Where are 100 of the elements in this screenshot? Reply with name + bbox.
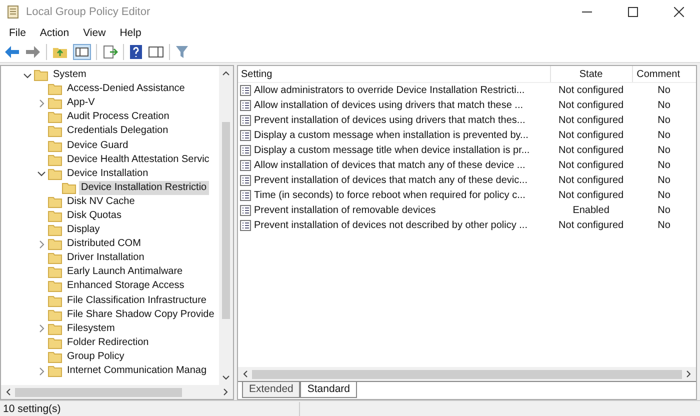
scroll-down-icon[interactable] — [222, 375, 230, 381]
policy-setting-icon — [240, 115, 251, 126]
policy-setting-icon — [240, 145, 251, 156]
horizontal-scrollbar[interactable] — [1, 385, 233, 399]
tree-item[interactable]: Group Policy — [65, 350, 126, 364]
folder-icon — [48, 224, 62, 236]
folder-icon — [48, 252, 62, 264]
tree-item[interactable]: Internet Communication Manag — [65, 364, 209, 378]
tree-item[interactable]: Credentials Delegation — [65, 124, 170, 138]
tree-item[interactable]: Device Health Attestation Servic — [65, 152, 212, 167]
folder-icon — [48, 336, 62, 349]
folder-icon — [48, 196, 62, 208]
policy-setting-icon — [240, 190, 251, 201]
table-cell-text: No — [656, 174, 672, 188]
table-cell-text: Not configured — [558, 219, 625, 233]
chevron-down-icon[interactable] — [37, 169, 46, 178]
menu-item[interactable]: Help — [114, 26, 146, 38]
table-cell: Display a custom message title when device installation is pr... — [254, 145, 530, 156]
tree-item[interactable]: Disk NV Cache — [65, 194, 137, 209]
chevron-right-icon[interactable] — [37, 324, 46, 334]
tree-item[interactable]: Distributed COM — [65, 237, 143, 252]
scroll-left-icon[interactable] — [242, 370, 248, 378]
forward-arrow-icon[interactable] — [25, 44, 41, 58]
folder-icon — [48, 111, 62, 124]
folder-icon — [48, 266, 62, 278]
tree-item[interactable]: Display — [65, 223, 102, 238]
scroll-right-icon[interactable] — [686, 370, 692, 378]
tree-item[interactable]: Driver Installation — [65, 251, 146, 266]
menu-item[interactable]: Action — [34, 26, 74, 38]
tree-item[interactable]: Device Guard — [65, 138, 130, 153]
folder-icon — [48, 125, 62, 138]
tab[interactable]: Extended — [242, 382, 300, 398]
scroll-right-icon[interactable] — [223, 388, 229, 396]
table-cell-text: No — [656, 204, 672, 218]
tree-item[interactable]: Folder Redirection — [65, 336, 151, 350]
back-arrow-icon[interactable] — [4, 44, 20, 58]
tree-pane-icon[interactable] — [73, 44, 91, 60]
policy-setting-icon — [240, 175, 251, 186]
folder-icon — [48, 365, 62, 378]
table-cell: Prevent installation of devices not described by other policy ... — [254, 220, 528, 231]
action-pane-icon[interactable] — [148, 44, 164, 58]
tree-item[interactable]: App-V — [65, 96, 97, 110]
policy-setting-icon — [240, 85, 251, 96]
tree-item[interactable]: Filesystem — [65, 322, 117, 336]
table-cell: Allow installation of devices using drivers that match these ... — [254, 100, 524, 111]
horizontal-scrollbar[interactable] — [238, 367, 696, 381]
folder-icon — [48, 83, 62, 96]
folder-icon — [48, 294, 62, 307]
table-cell-text: Enabled — [572, 204, 610, 218]
status-text: 10 setting(s) — [3, 402, 61, 414]
export-list-icon[interactable] — [102, 44, 118, 58]
folder-icon — [48, 322, 62, 335]
chevron-right-icon[interactable] — [37, 366, 46, 376]
table-cell-text: Not configured — [558, 129, 625, 143]
folder-icon — [48, 280, 62, 292]
vertical-scrollbar[interactable] — [219, 66, 233, 385]
table-cell-text: No — [656, 99, 672, 113]
close-icon[interactable] — [674, 7, 684, 17]
window-title: Local Group Policy Editor — [26, 6, 150, 18]
table-cell: Not configured — [550, 82, 632, 98]
filter-icon[interactable] — [175, 44, 189, 58]
scroll-left-icon[interactable] — [5, 388, 11, 396]
tree-item[interactable]: Early Launch Antimalware — [65, 265, 185, 280]
policy-setting-icon — [240, 160, 251, 171]
folder-icon — [48, 154, 62, 166]
help-icon[interactable] — [129, 44, 143, 58]
table-cell: Display a custom message when installation is prevented by... — [254, 130, 528, 141]
column-header[interactable]: Setting — [238, 66, 550, 82]
table-cell: Allow installation of devices that match any of these device ... — [254, 160, 526, 171]
menu-item[interactable]: View — [78, 26, 111, 38]
menu-item[interactable]: File — [4, 26, 31, 38]
column-header[interactable]: Comment — [632, 66, 696, 82]
maximize-icon[interactable] — [628, 7, 638, 17]
tree-item[interactable]: Device Installation — [65, 166, 150, 181]
table-cell-text: No — [656, 159, 672, 173]
tree-item[interactable]: Access-Denied Assistance — [65, 82, 187, 96]
scroll-up-icon[interactable] — [222, 70, 230, 76]
table-cell: Allow administrators to override Device Installation Restricti... — [254, 85, 525, 96]
chevron-down-icon[interactable] — [23, 70, 32, 80]
folder-icon — [48, 308, 62, 321]
tree-item[interactable]: Enhanced Storage Access — [65, 279, 186, 294]
chevron-right-icon[interactable] — [37, 240, 46, 249]
tree-item[interactable]: Disk Quotas — [65, 208, 124, 223]
folder-icon — [48, 140, 62, 152]
tree-item[interactable]: System — [51, 68, 88, 82]
tree-item[interactable]: File Classification Infrastructure — [65, 294, 208, 308]
policy-setting-icon — [240, 205, 251, 216]
table-cell-text: Not configured — [558, 174, 625, 188]
tree-item[interactable]: File Share Shadow Copy Provide — [65, 308, 216, 322]
table-cell-text: No — [656, 144, 672, 158]
chevron-right-icon[interactable] — [37, 98, 46, 108]
column-header[interactable]: State — [550, 66, 632, 82]
table-cell-text: No — [656, 189, 672, 203]
policy-setting-icon — [240, 130, 251, 141]
tree-item[interactable]: Audit Process Creation — [65, 110, 172, 124]
folder-icon — [34, 69, 48, 82]
tree-item[interactable]: Device Installation Restrictio — [79, 180, 209, 195]
folder-icon — [48, 168, 62, 180]
table-cell: Prevent installation of devices using drivers that match thes... — [254, 115, 526, 126]
tab[interactable]: Standard — [300, 382, 357, 398]
